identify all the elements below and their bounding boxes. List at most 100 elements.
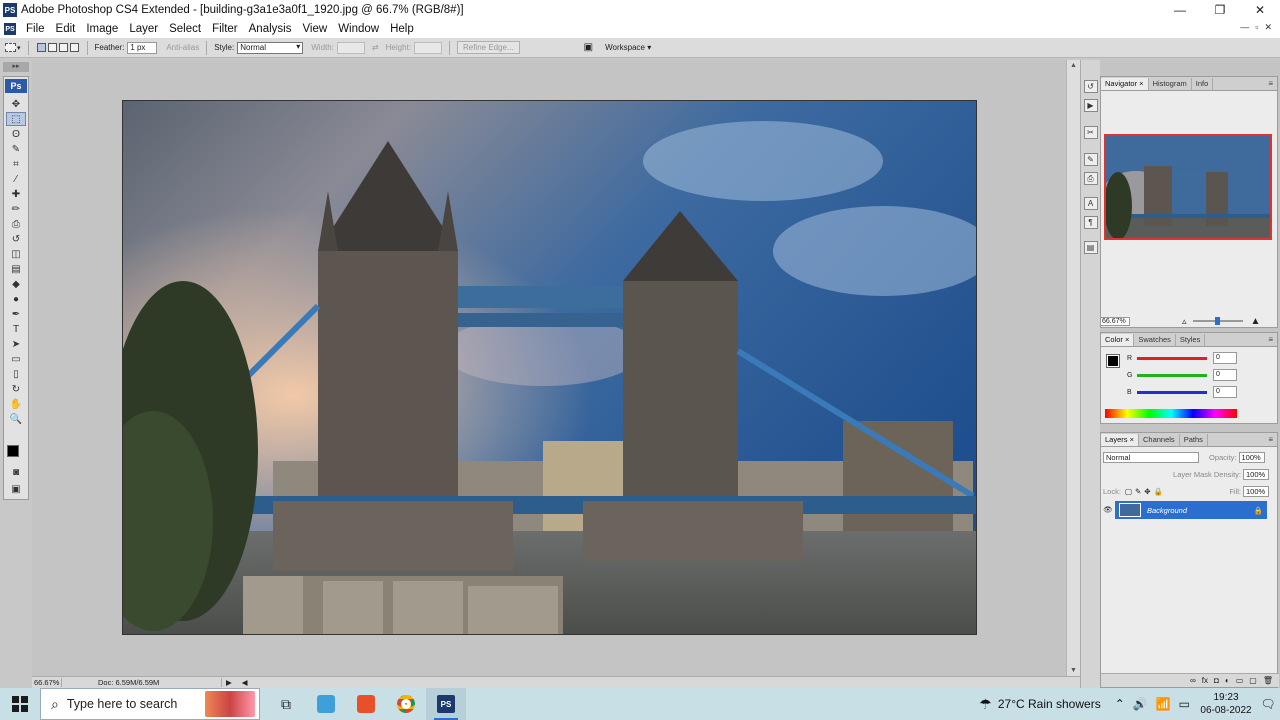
marquee-tool-icon[interactable]: ⬚ [6,112,26,126]
lasso-tool-icon[interactable]: ʘ [6,127,26,141]
network-icon[interactable]: 📶 [1156,697,1171,711]
tab-info[interactable]: Info [1192,78,1214,90]
menu-edit[interactable]: Edit [51,23,82,35]
notes-tool-icon[interactable]: ▯ [6,367,26,381]
eraser-tool-icon[interactable]: ◫ [6,247,26,261]
photoshop-menu-icon[interactable]: PS [4,23,16,35]
gradient-tool-icon[interactable]: ▤ [6,262,26,276]
mask-density-input[interactable]: 100% [1243,468,1269,480]
menu-select[interactable]: Select [164,23,207,35]
document-minimize-button[interactable]: — [1240,22,1249,33]
clone-stamp-tool-icon[interactable]: ⎙ [6,217,26,231]
volume-icon[interactable]: 🔊 [1133,697,1148,711]
quick-mask-icon[interactable]: ◙ [6,465,26,479]
anti-alias-checkbox[interactable]: Anti-alias [166,43,199,52]
fill-input[interactable]: 100% [1243,485,1269,497]
tab-styles[interactable]: Styles [1176,334,1206,346]
history-panel-icon[interactable]: ↺ [1083,80,1098,93]
rect-marquee-preset-icon[interactable] [5,43,16,52]
layer-style-icon[interactable]: fx [1202,676,1208,685]
scroll-down-icon[interactable]: ▼ [1070,667,1077,674]
menu-layer[interactable]: Layer [124,23,164,35]
zoom-slider-handle[interactable] [1214,317,1220,325]
healing-brush-tool-icon[interactable]: ✚ [6,187,26,201]
tab-navigator[interactable]: Navigator × [1101,78,1149,90]
subtract-selection-icon[interactable] [58,43,68,52]
type-tool-icon[interactable]: T [6,322,26,336]
color-channel-slider[interactable] [1137,373,1207,377]
tab-layers[interactable]: Layers × [1101,434,1139,446]
link-layers-icon[interactable]: ∞ [1190,676,1196,685]
panel-menu-icon[interactable]: ≡ [1268,79,1273,88]
feather-input[interactable]: 1 px [127,41,158,54]
crop-tool-icon[interactable]: ⌗ [6,157,26,171]
new-layer-icon[interactable]: ▢ [1249,676,1257,685]
layer-visibility-eye-icon[interactable]: 👁 [1101,501,1115,519]
history-brush-tool-icon[interactable]: ↺ [6,232,26,246]
tray-chevron-icon[interactable]: ⌃ [1115,697,1125,711]
menu-file[interactable]: File [21,23,51,35]
vertical-scrollbar[interactable]: ▲ ▼ [1066,60,1080,676]
delete-layer-icon[interactable]: 🗑 [1263,676,1273,685]
menu-view[interactable]: View [297,23,333,35]
move-tool-icon[interactable]: ✥ [6,97,26,111]
opacity-input[interactable]: 100% [1238,451,1265,463]
character-panel-icon[interactable]: A [1083,197,1098,210]
zoom-out-icon[interactable]: ▵ [1182,316,1187,327]
lock-icons[interactable]: ▢✎✥🔒 [1125,487,1166,496]
layer-name[interactable]: Background [1147,506,1187,515]
menu-analysis[interactable]: Analysis [244,23,298,35]
intersect-selection-icon[interactable] [69,43,79,52]
status-doc-size[interactable]: Doc: 6.59M/6.59M [62,678,222,687]
tab-swatches[interactable]: Swatches [1134,334,1176,346]
clock[interactable]: 19:23 06-08-2022 [1196,691,1256,717]
hand-tool-icon[interactable]: ✋ [6,397,26,411]
adjustment-layer-icon[interactable]: ◐ [1225,676,1230,685]
add-to-selection-icon[interactable] [47,43,57,52]
scroll-left-icon[interactable]: ◀ [242,678,248,687]
zoom-tool-icon[interactable]: 🔍 [6,412,26,426]
close-button[interactable]: ✕ [1240,0,1280,20]
blur-tool-icon[interactable]: ◆ [6,277,26,291]
document-close-button[interactable]: ✕ [1264,22,1272,33]
height-input[interactable] [413,41,442,54]
width-input[interactable] [336,41,365,54]
navigator-thumbnail[interactable] [1104,134,1272,240]
quick-select-tool-icon[interactable]: ✎ [6,142,26,156]
navigator-zoom-input[interactable]: 66.67% [1100,316,1130,326]
minimize-button[interactable]: — [1160,0,1200,20]
foreground-color-swatch[interactable] [7,445,19,457]
document-image[interactable] [122,100,977,635]
taskbar-app-office[interactable] [346,688,386,720]
actions-panel-icon[interactable]: ▶ [1083,99,1098,112]
style-select[interactable]: Normal [237,41,304,54]
taskbar-search-box[interactable]: ⌕ Type here to search [40,688,260,720]
layer-comps-icon[interactable]: ▤ [1083,241,1098,254]
pen-tool-icon[interactable]: ✒ [6,307,26,321]
zoom-slider[interactable] [1192,317,1243,325]
workspace-dropdown[interactable]: Workspace ▾ [605,43,651,52]
status-zoom-field[interactable]: 66.67% [32,678,62,687]
layer-row-background[interactable]: 👁 Background 🔒 [1101,501,1267,519]
color-channel-slider[interactable] [1137,356,1207,360]
scroll-up-icon[interactable]: ▲ [1070,62,1077,69]
path-select-tool-icon[interactable]: ➤ [6,337,26,351]
screen-mode-icon[interactable]: ▣ [6,482,26,496]
preset-dropdown-icon[interactable]: ▾ [17,44,21,52]
blend-mode-select[interactable]: Normal [1103,451,1199,463]
weather-icon[interactable]: ☂ [979,696,992,713]
restore-button[interactable]: ❐ [1200,0,1240,20]
eyedropper-tool-icon[interactable]: ⁄ [6,172,26,186]
taskbar-app-photoshop[interactable]: PS [426,688,466,720]
brush-tool-icon[interactable]: ✏ [6,202,26,216]
menu-window[interactable]: Window [333,23,385,35]
add-mask-icon[interactable]: ◘ [1214,676,1219,685]
clone-source-icon[interactable]: ⎙ [1083,172,1098,185]
task-view-button[interactable]: ⧉ [266,688,306,720]
weather-text[interactable]: 27°C Rain showers [998,697,1101,711]
color-channel-input[interactable]: 0 [1213,352,1237,364]
brushes-panel-icon[interactable]: ✎ [1083,153,1098,166]
panel-menu-icon[interactable]: ≡ [1268,435,1273,444]
battery-icon[interactable]: ▭ [1179,697,1190,711]
menu-help[interactable]: Help [385,23,420,35]
